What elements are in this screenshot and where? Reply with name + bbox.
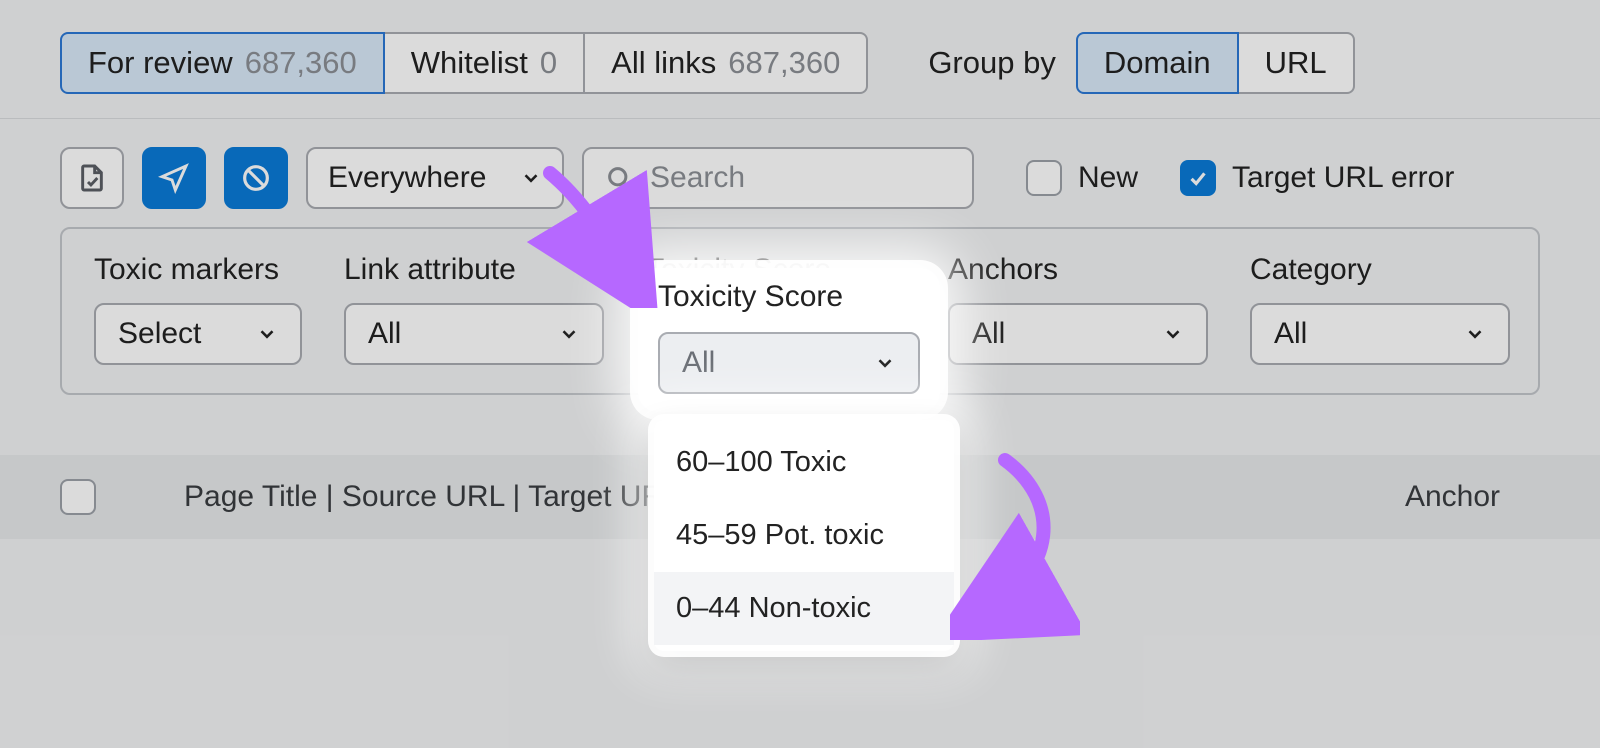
tab-count: 687,360 <box>728 45 840 81</box>
option-label: 60–100 Toxic <box>676 446 846 478</box>
tabs-row: For review 687,360 Whitelist 0 All links… <box>0 0 1600 119</box>
filter-label: Category <box>1250 253 1510 287</box>
toggle-label: Domain <box>1104 45 1211 81</box>
toggle-label: URL <box>1265 45 1327 81</box>
tab-label: Whitelist <box>411 45 528 81</box>
checkbox-checked-icon <box>1180 160 1216 196</box>
target-url-error-checkbox-wrap[interactable]: Target URL error <box>1180 160 1454 196</box>
search-input[interactable]: Search <box>582 147 974 209</box>
col-main: Page Title | Source URL | Target URL <box>184 480 680 514</box>
tab-label: For review <box>88 45 233 81</box>
export-button[interactable] <box>60 147 124 209</box>
chevron-down-icon <box>558 323 580 345</box>
dropdown-option-non-toxic[interactable]: 0–44 Non-toxic <box>654 572 954 645</box>
group-by-toggle: Domain URL <box>1076 32 1355 94</box>
chevron-down-icon <box>1464 323 1486 345</box>
anchors-select[interactable]: All <box>948 303 1208 365</box>
dropdown-option-toxic[interactable]: 60–100 Toxic <box>654 426 954 499</box>
tab-for-review[interactable]: For review 687,360 <box>60 32 385 94</box>
tab-whitelist[interactable]: Whitelist 0 <box>385 32 585 94</box>
tab-count: 687,360 <box>245 45 357 81</box>
new-checkbox-wrap[interactable]: New <box>1026 160 1138 196</box>
filter-label: Link attribute <box>344 253 604 287</box>
filter-label: Toxicity Score <box>646 253 906 287</box>
filter-toxic-markers: Toxic markers Select <box>94 253 302 365</box>
paper-plane-icon <box>158 162 190 194</box>
new-label: New <box>1078 161 1138 195</box>
search-icon <box>604 163 634 193</box>
tabs-group: For review 687,360 Whitelist 0 All links… <box>60 32 868 94</box>
select-value: All <box>972 317 1005 351</box>
chevron-down-icon <box>860 323 882 345</box>
filter-toxicity-score: Toxicity Score All <box>646 253 906 365</box>
ban-icon <box>240 162 272 194</box>
toggle-url[interactable]: URL <box>1239 32 1355 94</box>
select-value: All <box>368 317 401 351</box>
option-label: 0–44 Non-toxic <box>676 592 871 624</box>
chevron-down-icon <box>256 323 278 345</box>
toxicity-score-dropdown: 60–100 Toxic 45–59 Pot. toxic 0–44 Non-t… <box>654 420 954 651</box>
chevron-down-icon <box>1162 323 1184 345</box>
filter-label: Anchors <box>948 253 1208 287</box>
search-placeholder: Search <box>650 161 745 195</box>
filter-label: Toxic markers <box>94 253 302 287</box>
filter-anchors: Anchors All <box>948 253 1208 365</box>
toolbar-row: Everywhere Search New Target URL error <box>0 119 1600 227</box>
checkbox-unchecked-icon <box>1026 160 1062 196</box>
target-url-error-label: Target URL error <box>1232 161 1454 195</box>
tab-count: 0 <box>540 45 557 81</box>
chevron-down-icon <box>520 167 542 189</box>
filter-category: Category All <box>1250 253 1510 365</box>
select-value: Select <box>118 317 201 351</box>
tab-all-links[interactable]: All links 687,360 <box>585 32 868 94</box>
scope-select[interactable]: Everywhere <box>306 147 564 209</box>
scope-select-value: Everywhere <box>328 161 486 195</box>
disavow-button[interactable] <box>224 147 288 209</box>
select-all-checkbox[interactable] <box>60 479 96 515</box>
toxicity-score-select[interactable]: All <box>646 303 906 365</box>
toxic-markers-select[interactable]: Select <box>94 303 302 365</box>
select-value: All <box>670 317 703 351</box>
select-value: All <box>1274 317 1307 351</box>
category-select[interactable]: All <box>1250 303 1510 365</box>
filter-link-attribute: Link attribute All <box>344 253 604 365</box>
filter-bar: Toxic markers Select Link attribute All … <box>60 227 1540 395</box>
dropdown-option-pot-toxic[interactable]: 45–59 Pot. toxic <box>654 499 954 572</box>
tab-label: All links <box>611 45 716 81</box>
col-anchor: Anchor <box>1405 480 1500 514</box>
send-button[interactable] <box>142 147 206 209</box>
option-label: 45–59 Pot. toxic <box>676 519 884 551</box>
file-check-icon <box>76 162 108 194</box>
group-by-label: Group by <box>928 45 1056 81</box>
toggle-domain[interactable]: Domain <box>1076 32 1239 94</box>
link-attribute-select[interactable]: All <box>344 303 604 365</box>
